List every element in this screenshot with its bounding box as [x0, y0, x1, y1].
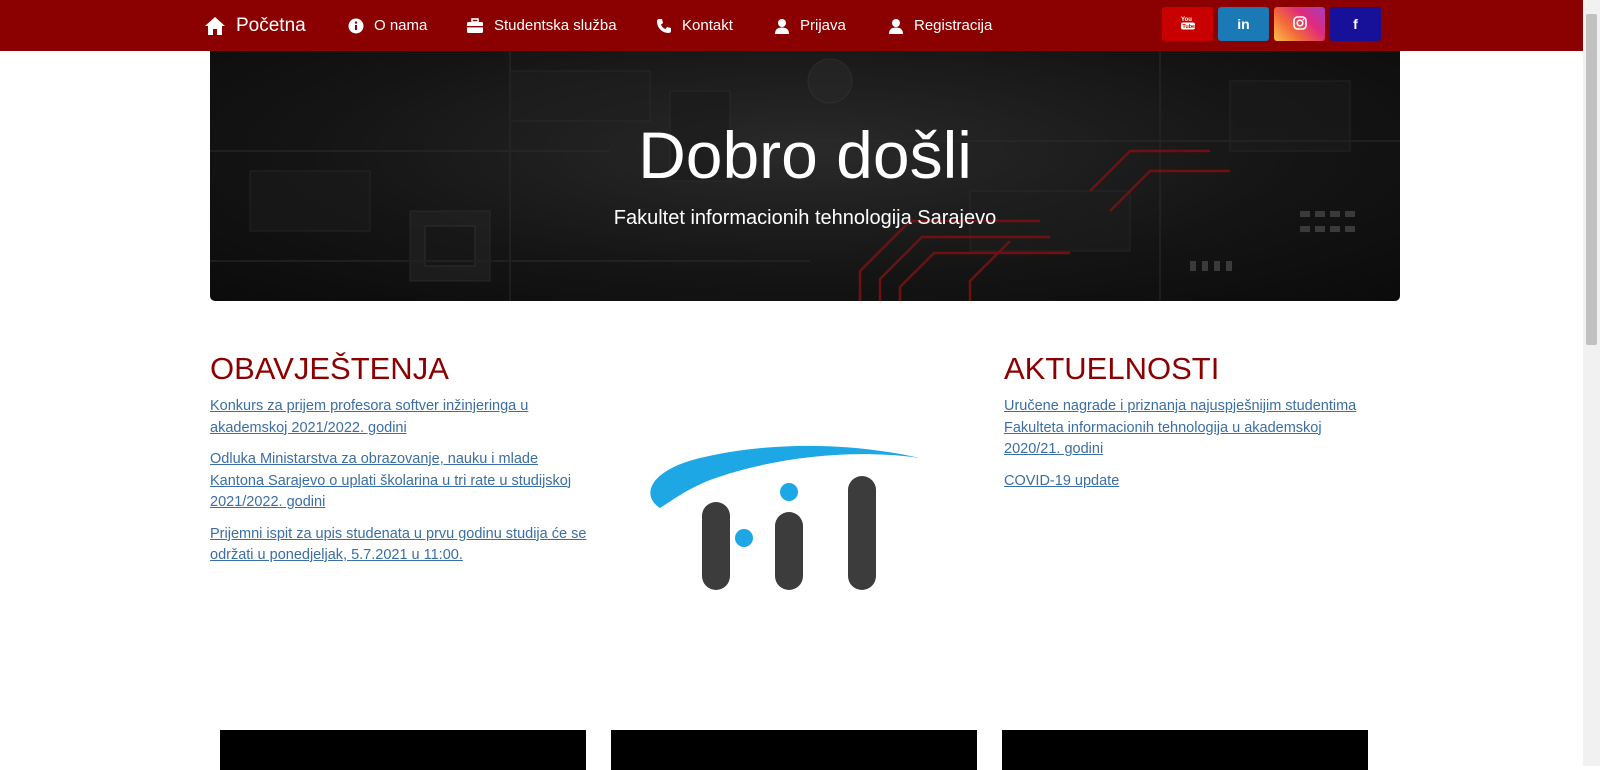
- user-icon: [888, 18, 904, 34]
- video-card[interactable]: [220, 730, 586, 770]
- facebook-button[interactable]: f: [1330, 7, 1381, 41]
- linkedin-icon: in: [1237, 16, 1250, 32]
- nav-item-label: Registracija: [914, 17, 993, 34]
- youtube-icon: You Tube: [1180, 15, 1196, 34]
- hero-banner: Dobro došli Fakultet informacionih tehno…: [210, 51, 1400, 301]
- list-item: Odluka Ministarstva za obrazovanje, nauk…: [210, 449, 590, 514]
- info-icon: [348, 18, 364, 34]
- nav-item-registracija[interactable]: Registracija: [888, 0, 992, 51]
- nav-home-link[interactable]: Početna: [204, 0, 306, 51]
- top-navbar: Početna O nama Studentska služba Kontakt…: [0, 0, 1583, 51]
- video-card[interactable]: [611, 730, 977, 770]
- nav-item-kontakt[interactable]: Kontakt: [656, 0, 733, 51]
- svg-text:You: You: [1181, 17, 1192, 23]
- list-item: COVID-19 update: [1004, 471, 1374, 493]
- obavjestenja-list: Konkurs za prijem profesora softver inži…: [210, 396, 590, 577]
- home-icon: [204, 16, 226, 36]
- youtube-button[interactable]: You Tube: [1162, 7, 1213, 41]
- briefcase-icon: [466, 17, 484, 34]
- nav-home-label: Početna: [236, 14, 306, 36]
- list-item: Prijemni ispit za upis studenata u prvu …: [210, 524, 590, 567]
- svg-text:Tube: Tube: [1182, 24, 1195, 30]
- fit-logo: [650, 440, 930, 595]
- video-card[interactable]: [1002, 730, 1368, 770]
- vertical-scrollbar[interactable]: [1583, 0, 1600, 766]
- scrollbar-thumb[interactable]: [1586, 14, 1597, 345]
- instagram-icon: [1292, 15, 1308, 34]
- obavjestenja-heading: OBAVJEŠTENJA: [210, 351, 449, 386]
- list-item: Konkurs za prijem profesora softver inži…: [210, 396, 590, 439]
- aktuelnosti-heading: AKTUELNOSTI: [1004, 351, 1220, 386]
- nav-item-studentska-sluzba[interactable]: Studentska služba: [466, 0, 617, 51]
- news-link[interactable]: Uručene nagrade i priznanja najuspješnij…: [1004, 398, 1356, 457]
- news-link[interactable]: COVID-19 update: [1004, 473, 1119, 489]
- nav-item-prijava[interactable]: Prijava: [774, 0, 846, 51]
- nav-item-label: Prijava: [800, 17, 846, 34]
- hero-subtitle: Fakultet informacionih tehnologija Saraj…: [613, 207, 997, 229]
- linkedin-button[interactable]: in: [1218, 7, 1269, 41]
- facebook-icon: f: [1353, 16, 1358, 32]
- nav-item-o-nama[interactable]: O nama: [348, 0, 427, 51]
- news-link[interactable]: Konkurs za prijem profesora softver inži…: [210, 398, 528, 436]
- list-item: Uručene nagrade i priznanja najuspješnij…: [1004, 396, 1374, 461]
- aktuelnosti-list: Uručene nagrade i priznanja najuspješnij…: [1004, 396, 1374, 502]
- instagram-button[interactable]: [1274, 7, 1325, 41]
- hero-title: Dobro došli: [638, 118, 972, 192]
- nav-item-label: O nama: [374, 17, 428, 34]
- nav-item-label: Studentska služba: [494, 17, 617, 34]
- news-link[interactable]: Prijemni ispit za upis studenata u prvu …: [210, 526, 586, 564]
- user-icon: [774, 18, 790, 34]
- news-link[interactable]: Odluka Ministarstva za obrazovanje, nauk…: [210, 451, 571, 510]
- phone-icon: [656, 18, 672, 34]
- nav-item-label: Kontakt: [682, 17, 733, 34]
